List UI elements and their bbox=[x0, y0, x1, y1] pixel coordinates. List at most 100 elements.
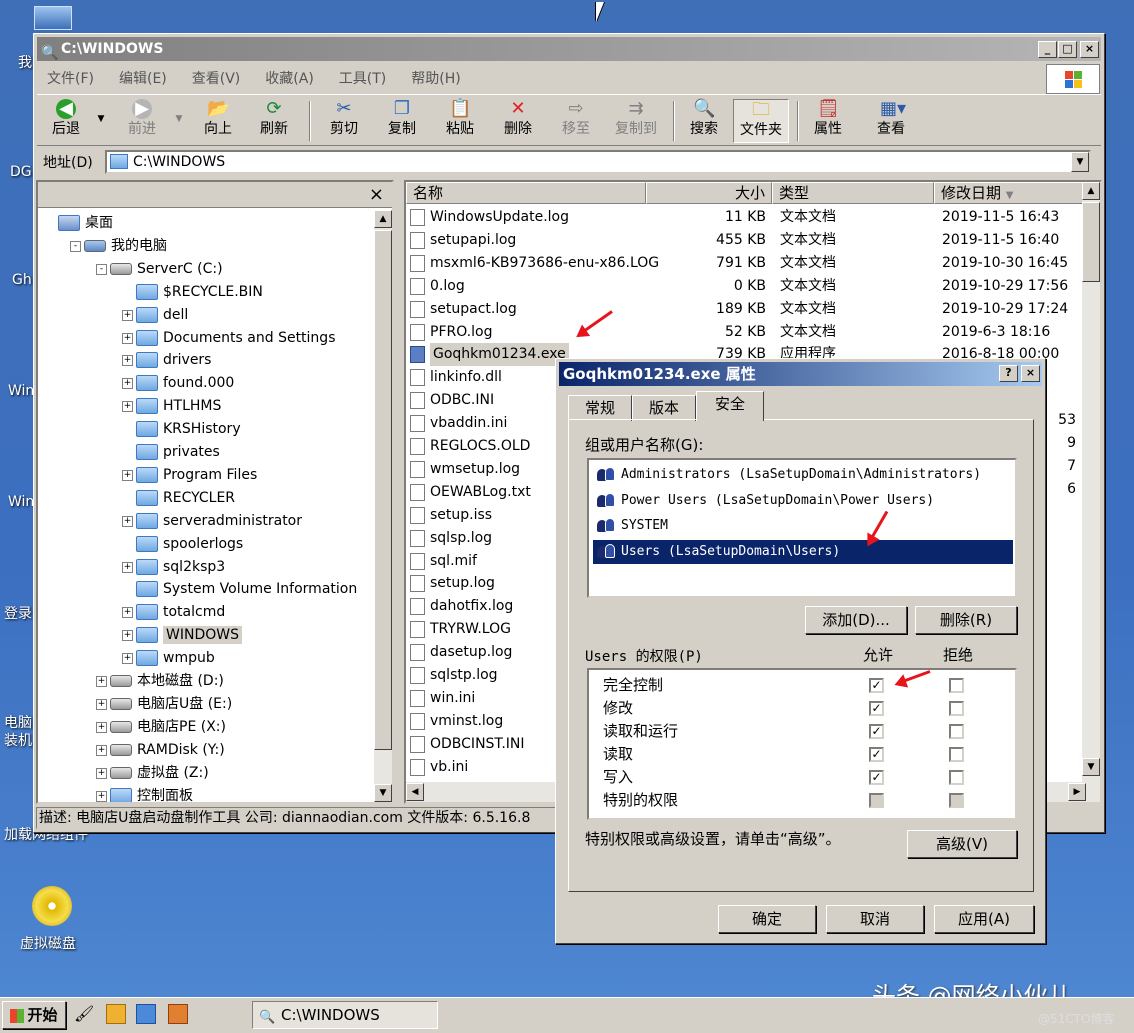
list-scrollbar[interactable]: ▲ ▼ bbox=[1082, 182, 1100, 802]
collapse-icon[interactable]: - bbox=[70, 240, 81, 252]
expand-icon[interactable]: + bbox=[122, 401, 133, 413]
start-button[interactable]: 开始 bbox=[2, 1001, 66, 1029]
tree-item[interactable]: + HTLHMS bbox=[122, 395, 221, 417]
explorer-titlebar[interactable]: 🔍 C:\WINDOWS _ □ × bbox=[37, 37, 1101, 61]
user-row[interactable]: Power Users (LsaSetupDomain\Power Users) bbox=[593, 489, 1013, 513]
expand-icon[interactable]: + bbox=[122, 355, 133, 367]
column-header-name[interactable]: 名称 bbox=[406, 182, 646, 204]
expand-icon[interactable]: + bbox=[122, 561, 133, 573]
expand-icon[interactable]: + bbox=[122, 653, 133, 665]
ok-button[interactable]: 确定 bbox=[718, 905, 816, 933]
delete-button[interactable]: ✕ 删除 bbox=[495, 99, 541, 143]
cut-button[interactable]: ✂ 剪切 bbox=[321, 99, 367, 143]
file-row[interactable]: setupact.log 189 KB 文本文档 2019-10-29 17:24 bbox=[406, 298, 1086, 321]
file-row[interactable]: 0.log 0 KB 文本文档 2019-10-29 17:56 bbox=[406, 275, 1086, 298]
desktop-top-icon[interactable] bbox=[34, 6, 72, 30]
tree-item[interactable]: + found.000 bbox=[122, 372, 234, 394]
close-button[interactable]: × bbox=[1080, 41, 1099, 58]
tree-item[interactable]: spoolerlogs bbox=[136, 533, 243, 555]
tree-item[interactable]: + dell bbox=[122, 304, 188, 326]
quicklaunch-brush-icon[interactable]: 🖌 bbox=[74, 1004, 94, 1024]
scroll-left-icon[interactable]: ◀ bbox=[406, 783, 424, 801]
tree-item[interactable]: + 本地磁盘 (D:) bbox=[96, 670, 224, 692]
up-button[interactable]: 📂 向上 bbox=[195, 99, 241, 143]
tree-item[interactable]: + serveradministrator bbox=[122, 510, 302, 532]
tree-item[interactable]: 桌面 bbox=[58, 212, 113, 234]
deny-checkbox[interactable] bbox=[949, 793, 964, 808]
expand-icon[interactable]: + bbox=[122, 607, 133, 619]
allow-checkbox[interactable] bbox=[869, 793, 884, 808]
scroll-down-icon[interactable]: ▼ bbox=[1082, 758, 1100, 776]
remove-button[interactable]: 删除(R) bbox=[915, 606, 1017, 634]
folders-button[interactable]: 🗀 文件夹 bbox=[733, 99, 789, 143]
tree-item[interactable]: + Program Files bbox=[122, 464, 257, 486]
expand-icon[interactable]: + bbox=[122, 515, 133, 527]
column-header-size[interactable]: 大小 bbox=[646, 182, 772, 204]
tree-item[interactable]: $RECYCLE.BIN bbox=[136, 281, 263, 303]
virtual-disk-icon[interactable] bbox=[32, 886, 72, 926]
dialog-close-button[interactable]: × bbox=[1021, 365, 1040, 382]
tree-item[interactable]: + 虚拟盘 (Z:) bbox=[96, 762, 209, 784]
users-listbox[interactable]: Administrators (LsaSetupDomain\Administr… bbox=[587, 458, 1017, 598]
address-dropdown[interactable]: ▼ bbox=[1071, 152, 1089, 172]
tree-item[interactable]: privates bbox=[136, 441, 220, 463]
user-row[interactable]: SYSTEM bbox=[593, 514, 1013, 538]
dialog-titlebar[interactable]: Goqhkm01234.exe 属性 ? × bbox=[559, 362, 1042, 386]
allow-checkbox[interactable]: ✓ bbox=[869, 678, 884, 693]
deny-checkbox[interactable] bbox=[949, 678, 964, 693]
tree-item[interactable]: + Documents and Settings bbox=[122, 327, 335, 349]
expand-icon[interactable]: + bbox=[96, 721, 107, 733]
scroll-thumb[interactable] bbox=[1082, 202, 1100, 282]
minimize-button[interactable]: _ bbox=[1038, 41, 1057, 58]
scroll-thumb[interactable] bbox=[374, 230, 392, 750]
copy-button[interactable]: ❐ 复制 bbox=[379, 99, 425, 143]
add-button[interactable]: 添加(D)... bbox=[805, 606, 907, 634]
properties-button[interactable]: 🗒 属性 bbox=[805, 99, 851, 143]
menu-favorites[interactable]: 收藏(A) bbox=[265, 68, 314, 88]
expand-icon[interactable]: + bbox=[122, 332, 133, 344]
help-button[interactable]: ? bbox=[999, 365, 1018, 382]
deny-checkbox[interactable] bbox=[949, 701, 964, 716]
tab-general[interactable]: 常规 bbox=[568, 395, 632, 421]
refresh-button[interactable]: ⟳ 刷新 bbox=[251, 99, 297, 143]
tree-item[interactable]: KRSHistory bbox=[136, 418, 241, 440]
back-button[interactable]: ◀ 后退 bbox=[43, 99, 89, 143]
file-row[interactable]: WindowsUpdate.log 11 KB 文本文档 2019-11-5 16:4… bbox=[406, 206, 1086, 229]
tree-item[interactable]: + 电脑店PE (X:) bbox=[96, 716, 226, 738]
expand-icon[interactable]: + bbox=[96, 790, 107, 802]
expand-icon[interactable]: + bbox=[96, 767, 107, 779]
expand-icon[interactable]: + bbox=[96, 744, 107, 756]
tree-item[interactable]: + WINDOWS bbox=[122, 624, 242, 646]
menu-tools[interactable]: 工具(T) bbox=[339, 68, 386, 88]
quicklaunch-tool-icon[interactable] bbox=[168, 1004, 188, 1024]
column-header-date[interactable]: 修改日期 ▼ bbox=[934, 182, 1086, 204]
expand-icon[interactable]: + bbox=[122, 378, 133, 390]
scroll-right-icon[interactable]: ▶ bbox=[1068, 783, 1086, 801]
tree-item[interactable]: + 控制面板 bbox=[96, 785, 193, 802]
allow-checkbox[interactable]: ✓ bbox=[869, 701, 884, 716]
scroll-up-icon[interactable]: ▲ bbox=[374, 210, 392, 228]
tree-item[interactable]: + totalcmd bbox=[122, 601, 225, 623]
tree-close-icon[interactable]: × bbox=[369, 184, 384, 205]
quicklaunch-explorer-icon[interactable] bbox=[106, 1004, 126, 1024]
forward-button[interactable]: ▶ 前进 bbox=[119, 99, 165, 143]
expand-icon[interactable]: + bbox=[122, 630, 133, 642]
allow-checkbox[interactable]: ✓ bbox=[869, 747, 884, 762]
expand-icon[interactable]: + bbox=[96, 698, 107, 710]
tab-security[interactable]: 安全 bbox=[696, 391, 764, 421]
tree-item[interactable]: + 电脑店U盘 (E:) bbox=[96, 693, 232, 715]
tree-item[interactable]: + drivers bbox=[122, 349, 211, 371]
tree-item[interactable]: + sql2ksp3 bbox=[122, 556, 225, 578]
taskbar-task-explorer[interactable]: 🔍 C:\WINDOWS bbox=[252, 1001, 438, 1029]
user-row[interactable]: Administrators (LsaSetupDomain\Administr… bbox=[593, 463, 1013, 487]
apply-button[interactable]: 应用(A) bbox=[934, 905, 1034, 933]
maximize-button[interactable]: □ bbox=[1058, 41, 1077, 58]
menu-help[interactable]: 帮助(H) bbox=[411, 68, 460, 88]
expand-icon[interactable]: + bbox=[96, 676, 107, 687]
tree-item[interactable]: RECYCLER bbox=[136, 487, 235, 509]
expand-icon[interactable]: + bbox=[122, 469, 133, 481]
cancel-button[interactable]: 取消 bbox=[826, 905, 924, 933]
allow-checkbox[interactable]: ✓ bbox=[869, 770, 884, 785]
paste-button[interactable]: 📋 粘贴 bbox=[437, 99, 483, 143]
menu-file[interactable]: 文件(F) bbox=[47, 68, 94, 88]
